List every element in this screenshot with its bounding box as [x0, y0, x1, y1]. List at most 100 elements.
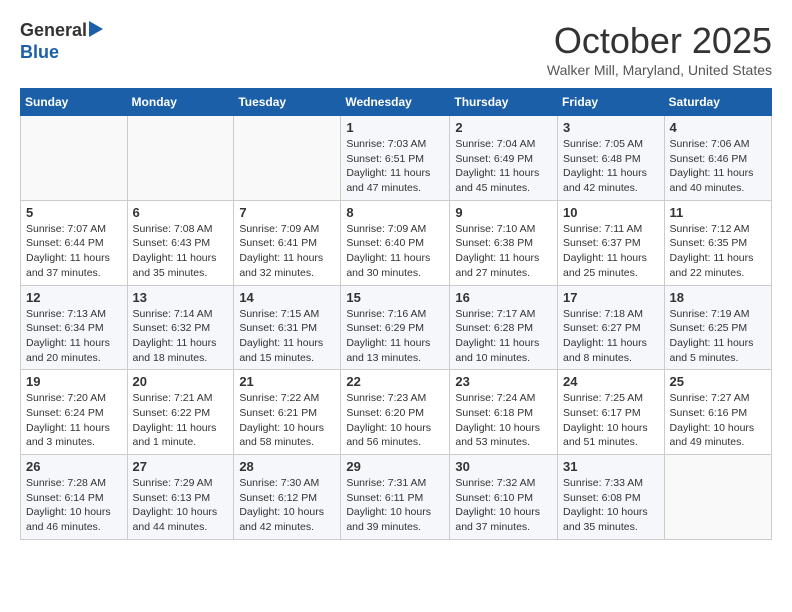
day-number: 17	[563, 290, 659, 305]
day-number: 12	[26, 290, 122, 305]
calendar-cell: 31Sunrise: 7:33 AM Sunset: 6:08 PM Dayli…	[558, 455, 665, 540]
calendar-cell: 7 Sunrise: 7:09 AM Sunset: 6:41 PM Daylig…	[234, 200, 341, 285]
day-info: Sunrise: 7:14 AM Sunset: 6:32 PM Dayligh…	[133, 307, 229, 366]
day-number: 10	[563, 205, 659, 220]
month-title: October 2025	[547, 20, 772, 62]
title-block: October 2025 Walker Mill, Maryland, Unit…	[547, 20, 772, 78]
calendar-cell: 22 Sunrise: 7:23 AM Sunset: 6:20 PM Dayli…	[341, 370, 450, 455]
week-row-4: 19Sunrise: 7:20 AM Sunset: 6:24 PM Dayli…	[21, 370, 772, 455]
calendar-cell: 13 Sunrise: 7:14 AM Sunset: 6:32 PM Dayli…	[127, 285, 234, 370]
day-number: 6	[133, 205, 229, 220]
day-number: 24	[563, 374, 659, 389]
day-number: 9	[455, 205, 552, 220]
calendar-cell: 21 Sunrise: 7:22 AM Sunset: 6:21 PM Dayli…	[234, 370, 341, 455]
calendar-cell: 2 Sunrise: 7:04 AM Sunset: 6:49 PM Daylig…	[450, 116, 558, 201]
calendar-cell: 26 Sunrise: 7:28 AM Sunset: 6:14 PM Dayli…	[21, 455, 128, 540]
calendar-cell: 28 Sunrise: 7:30 AM Sunset: 6:12 PM Dayli…	[234, 455, 341, 540]
day-info: Sunrise: 7:09 AM Sunset: 6:40 PM Dayligh…	[346, 222, 444, 281]
day-number: 30	[455, 459, 552, 474]
day-info: Sunrise: 7:27 AM Sunset: 6:16 PM Dayligh…	[670, 391, 766, 450]
calendar-cell: 18Sunrise: 7:19 AM Sunset: 6:25 PM Dayli…	[664, 285, 771, 370]
day-number: 25	[670, 374, 766, 389]
day-number: 14	[239, 290, 335, 305]
day-number: 18	[670, 290, 766, 305]
calendar-cell: 23 Sunrise: 7:24 AM Sunset: 6:18 PM Dayli…	[450, 370, 558, 455]
day-info: Sunrise: 7:09 AM Sunset: 6:41 PM Dayligh…	[239, 222, 335, 281]
calendar-cell: 29 Sunrise: 7:31 AM Sunset: 6:11 PM Dayli…	[341, 455, 450, 540]
day-info: Sunrise: 7:25 AM Sunset: 6:17 PM Dayligh…	[563, 391, 659, 450]
logo: General Blue	[20, 20, 103, 63]
calendar-cell: 24 Sunrise: 7:25 AM Sunset: 6:17 PM Dayli…	[558, 370, 665, 455]
day-info: Sunrise: 7:21 AM Sunset: 6:22 PM Dayligh…	[133, 391, 229, 450]
header-sunday: Sunday	[21, 89, 128, 116]
day-info: Sunrise: 7:23 AM Sunset: 6:20 PM Dayligh…	[346, 391, 444, 450]
day-number: 8	[346, 205, 444, 220]
day-info: Sunrise: 7:08 AM Sunset: 6:43 PM Dayligh…	[133, 222, 229, 281]
day-info: Sunrise: 7:31 AM Sunset: 6:11 PM Dayligh…	[346, 476, 444, 535]
day-number: 4	[670, 120, 766, 135]
day-number: 22	[346, 374, 444, 389]
day-info: Sunrise: 7:18 AM Sunset: 6:27 PM Dayligh…	[563, 307, 659, 366]
day-info: Sunrise: 7:24 AM Sunset: 6:18 PM Dayligh…	[455, 391, 552, 450]
day-info: Sunrise: 7:03 AM Sunset: 6:51 PM Dayligh…	[346, 137, 444, 196]
day-number: 29	[346, 459, 444, 474]
day-number: 26	[26, 459, 122, 474]
calendar-cell: 19Sunrise: 7:20 AM Sunset: 6:24 PM Dayli…	[21, 370, 128, 455]
day-number: 23	[455, 374, 552, 389]
calendar-cell: 27 Sunrise: 7:29 AM Sunset: 6:13 PM Dayli…	[127, 455, 234, 540]
week-row-2: 5Sunrise: 7:07 AM Sunset: 6:44 PM Daylig…	[21, 200, 772, 285]
calendar-cell: 12 Sunrise: 7:13 AM Sunset: 6:34 PM Dayli…	[21, 285, 128, 370]
day-number: 2	[455, 120, 552, 135]
day-number: 28	[239, 459, 335, 474]
calendar-cell: 20 Sunrise: 7:21 AM Sunset: 6:22 PM Dayli…	[127, 370, 234, 455]
day-number: 11	[670, 205, 766, 220]
day-number: 16	[455, 290, 552, 305]
day-info: Sunrise: 7:28 AM Sunset: 6:14 PM Dayligh…	[26, 476, 122, 535]
day-info: Sunrise: 7:10 AM Sunset: 6:38 PM Dayligh…	[455, 222, 552, 281]
calendar-cell: 15 Sunrise: 7:16 AM Sunset: 6:29 PM Dayli…	[341, 285, 450, 370]
day-number: 15	[346, 290, 444, 305]
day-info: Sunrise: 7:12 AM Sunset: 6:35 PM Dayligh…	[670, 222, 766, 281]
day-number: 20	[133, 374, 229, 389]
day-info: Sunrise: 7:16 AM Sunset: 6:29 PM Dayligh…	[346, 307, 444, 366]
logo-general: General	[20, 20, 87, 42]
day-info: Sunrise: 7:06 AM Sunset: 6:46 PM Dayligh…	[670, 137, 766, 196]
logo-arrow-icon	[89, 21, 103, 37]
day-info: Sunrise: 7:17 AM Sunset: 6:28 PM Dayligh…	[455, 307, 552, 366]
calendar-cell: 3Sunrise: 7:05 AM Sunset: 6:48 PM Daylig…	[558, 116, 665, 201]
calendar-table: SundayMondayTuesdayWednesdayThursdayFrid…	[20, 88, 772, 540]
calendar-cell: 9 Sunrise: 7:10 AM Sunset: 6:38 PM Daylig…	[450, 200, 558, 285]
calendar-cell: 5Sunrise: 7:07 AM Sunset: 6:44 PM Daylig…	[21, 200, 128, 285]
day-info: Sunrise: 7:05 AM Sunset: 6:48 PM Dayligh…	[563, 137, 659, 196]
calendar-cell	[664, 455, 771, 540]
weekday-header-row: SundayMondayTuesdayWednesdayThursdayFrid…	[21, 89, 772, 116]
calendar-cell: 6 Sunrise: 7:08 AM Sunset: 6:43 PM Daylig…	[127, 200, 234, 285]
day-number: 7	[239, 205, 335, 220]
day-info: Sunrise: 7:22 AM Sunset: 6:21 PM Dayligh…	[239, 391, 335, 450]
page-header: General Blue October 2025 Walker Mill, M…	[20, 20, 772, 78]
location-text: Walker Mill, Maryland, United States	[547, 62, 772, 78]
day-info: Sunrise: 7:32 AM Sunset: 6:10 PM Dayligh…	[455, 476, 552, 535]
day-info: Sunrise: 7:33 AM Sunset: 6:08 PM Dayligh…	[563, 476, 659, 535]
header-thursday: Thursday	[450, 89, 558, 116]
day-info: Sunrise: 7:13 AM Sunset: 6:34 PM Dayligh…	[26, 307, 122, 366]
calendar-cell: 8 Sunrise: 7:09 AM Sunset: 6:40 PM Daylig…	[341, 200, 450, 285]
calendar-cell: 16 Sunrise: 7:17 AM Sunset: 6:28 PM Dayli…	[450, 285, 558, 370]
week-row-5: 26 Sunrise: 7:28 AM Sunset: 6:14 PM Dayli…	[21, 455, 772, 540]
header-monday: Monday	[127, 89, 234, 116]
day-number: 27	[133, 459, 229, 474]
logo-blue: Blue	[20, 42, 59, 62]
calendar-cell: 11 Sunrise: 7:12 AM Sunset: 6:35 PM Dayli…	[664, 200, 771, 285]
day-info: Sunrise: 7:20 AM Sunset: 6:24 PM Dayligh…	[26, 391, 122, 450]
day-number: 13	[133, 290, 229, 305]
calendar-cell: 14Sunrise: 7:15 AM Sunset: 6:31 PM Dayli…	[234, 285, 341, 370]
calendar-cell: 17 Sunrise: 7:18 AM Sunset: 6:27 PM Dayli…	[558, 285, 665, 370]
day-info: Sunrise: 7:04 AM Sunset: 6:49 PM Dayligh…	[455, 137, 552, 196]
calendar-cell	[21, 116, 128, 201]
calendar-cell: 1Sunrise: 7:03 AM Sunset: 6:51 PM Daylig…	[341, 116, 450, 201]
day-info: Sunrise: 7:29 AM Sunset: 6:13 PM Dayligh…	[133, 476, 229, 535]
header-saturday: Saturday	[664, 89, 771, 116]
calendar-cell: 4 Sunrise: 7:06 AM Sunset: 6:46 PM Daylig…	[664, 116, 771, 201]
day-number: 21	[239, 374, 335, 389]
day-info: Sunrise: 7:30 AM Sunset: 6:12 PM Dayligh…	[239, 476, 335, 535]
